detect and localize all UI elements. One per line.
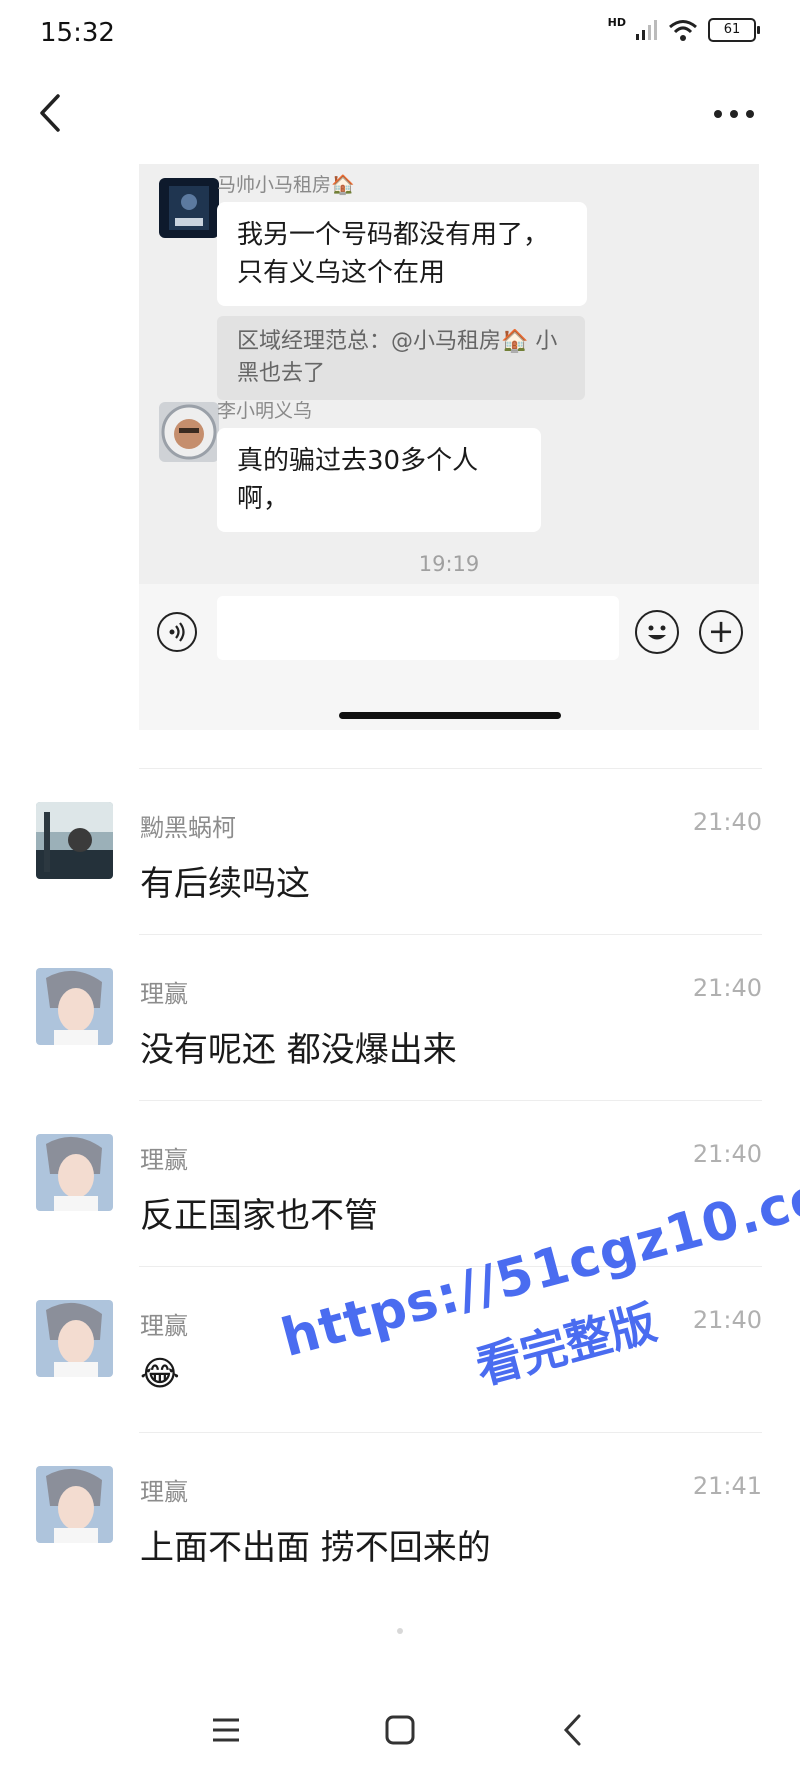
divider [139,1100,762,1101]
system-back-button[interactable] [544,1700,604,1760]
status-bar: 15:32 HD 61 [0,0,800,66]
avatar[interactable] [36,802,113,879]
comment-time: 21:40 [692,808,762,836]
comment-time: 21:41 [692,1472,762,1500]
message-input [217,596,619,660]
comment-text: 上面不出面 捞不回来的 [140,1528,491,1568]
chevron-left-icon [563,1714,581,1746]
chat-timestamp: 19:19 [418,552,480,576]
comment-text: 😂 [140,1354,180,1394]
top-navbar [0,66,800,166]
comment-text: 没有呢还 都没爆出来 [140,1030,457,1070]
more-dots-icon [714,110,754,118]
avatar[interactable] [36,968,113,1045]
square-home-icon [385,1715,415,1745]
status-time: 15:32 [40,18,115,48]
more-button[interactable] [704,94,764,134]
comment-text: 反正国家也不管 [140,1196,378,1236]
list-item[interactable]: 黝黑蜗柯 21:40 有后续吗这 [0,802,800,962]
comment-time: 21:40 [692,1140,762,1168]
sender-name: 李小明义乌 [217,400,313,422]
scroll-indicator [397,1628,403,1634]
list-item[interactable]: 理赢 21:40 没有呢还 都没爆出来 [0,968,800,1128]
avatar[interactable] [36,1300,113,1377]
back-button[interactable] [28,88,78,138]
quoted-reply: 区域经理范总：@小马租房🏠 小黑也去了 [217,316,585,400]
avatar [159,178,219,238]
message-bubble: 我另一个号码都没有用了，只有义乌这个在用 [217,202,587,306]
status-icons: HD 61 [607,15,760,42]
home-button[interactable] [370,1700,430,1760]
system-nav-bar [0,1690,800,1778]
voice-icon [157,612,197,652]
commenter-name: 理赢 [140,1312,188,1340]
divider [139,934,762,935]
avatar[interactable] [36,1466,113,1543]
chevron-left-icon [40,94,60,132]
emoji-icon [635,610,679,654]
wifi-icon [669,20,697,41]
divider [139,768,762,769]
menu-icon [213,1718,239,1742]
comment-time: 21:40 [692,974,762,1002]
message-bubble: 真的骗过去30多个人啊， [217,428,541,532]
signal-icon [636,20,657,40]
commenter-name: 黝黑蜗柯 [140,814,236,842]
battery-icon: 61 [708,18,760,42]
comment-text: 有后续吗这 [140,864,310,904]
embedded-chat-screenshot[interactable]: 马帅小马租房🏠 我另一个号码都没有用了，只有义乌这个在用 区域经理范总：@小马租… [139,164,759,730]
avatar[interactable] [36,1134,113,1211]
sender-name: 马帅小马租房🏠 [217,174,355,196]
commenter-name: 理赢 [140,1146,188,1174]
home-indicator [339,712,561,719]
hd-badge: HD [607,15,626,29]
menu-button[interactable] [196,1700,256,1760]
commenter-name: 理赢 [140,980,188,1008]
avatar [159,402,219,462]
plus-icon: + [699,610,743,654]
chat-input-bar: + [139,584,759,730]
commenter-name: 理赢 [140,1478,188,1506]
